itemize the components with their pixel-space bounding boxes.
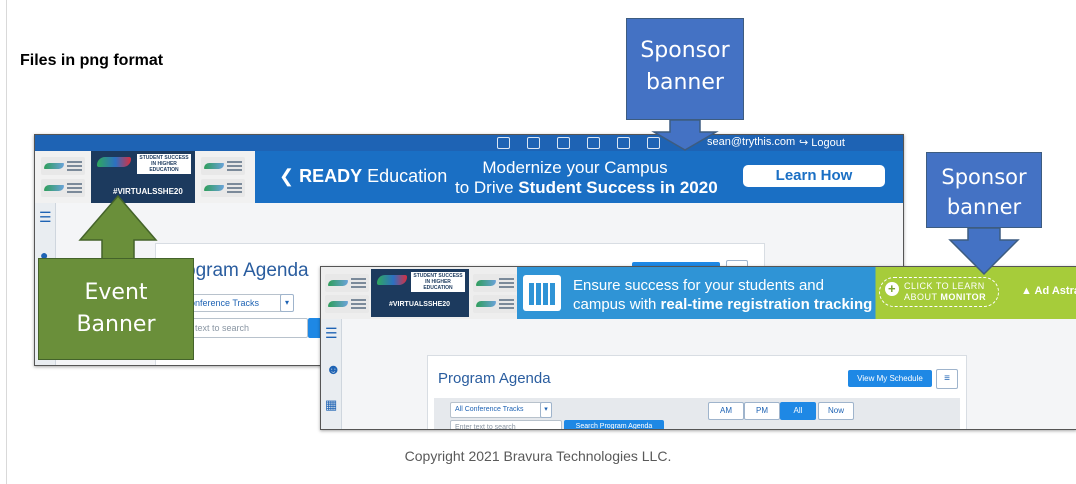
event-callout: Event Banner (38, 258, 194, 360)
callout-line-1: Sponsor (640, 38, 730, 63)
callout-line-2: banner (946, 195, 1022, 219)
callout-line-2: banner (646, 70, 724, 95)
sponsor-callout-top: Sponsor banner (626, 18, 744, 120)
callout-line-2: Banner (76, 312, 156, 337)
callout-line-1: Sponsor (941, 165, 1027, 189)
sponsor-callout-right: Sponsor banner (926, 152, 1042, 228)
callout-line-1: Event (84, 280, 148, 305)
event-up-arrow (78, 194, 158, 261)
copyright-footer: Copyright 2021 Bravura Technologies LLC. (404, 448, 672, 464)
callout-arrows (78, 119, 1020, 276)
sponsor-right-arrow (948, 227, 1020, 276)
sponsor-top-arrow (651, 119, 719, 151)
